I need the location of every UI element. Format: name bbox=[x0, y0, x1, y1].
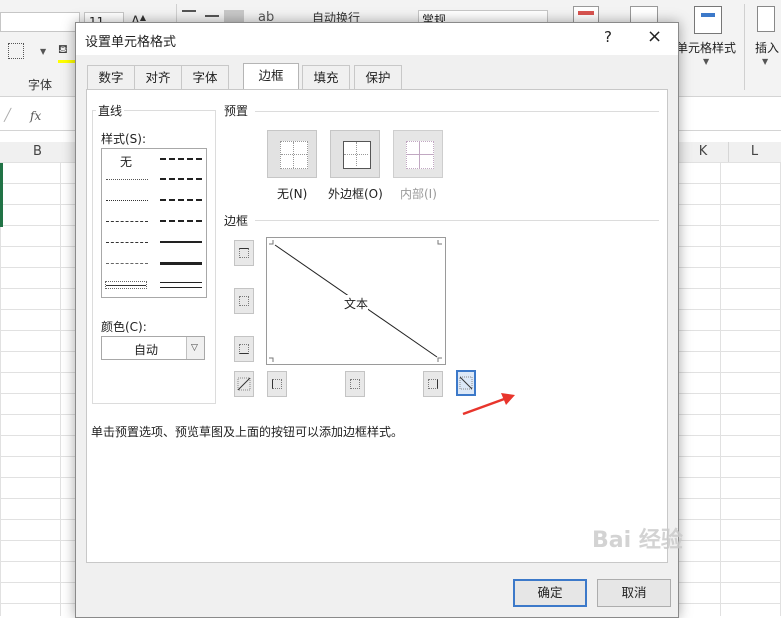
preview-text: 文本 bbox=[344, 295, 369, 312]
ribbon-separator-2 bbox=[744, 4, 745, 90]
close-button[interactable]: × bbox=[647, 26, 662, 47]
line-style-dash-dot[interactable] bbox=[106, 242, 148, 243]
line-style-double[interactable] bbox=[160, 282, 202, 288]
font-group-label: 字体 bbox=[28, 78, 53, 92]
diagonal-up-button[interactable] bbox=[234, 371, 254, 397]
line-style-dashed[interactable] bbox=[106, 263, 148, 264]
font-name-box[interactable] bbox=[0, 12, 80, 32]
line-style-medium[interactable] bbox=[160, 241, 202, 243]
color-select[interactable]: 自动 ▽ bbox=[101, 336, 205, 360]
column-header-b[interactable]: B bbox=[0, 142, 76, 162]
style-label: 样式(S): bbox=[101, 132, 147, 146]
color-value: 自动 bbox=[134, 343, 159, 357]
preset-none-icon bbox=[280, 141, 308, 169]
border-top-button[interactable] bbox=[234, 240, 254, 266]
border-bottom-button[interactable] bbox=[234, 336, 254, 362]
cell-styles-dropdown-icon[interactable]: ▼ bbox=[703, 57, 709, 66]
border-section-divider bbox=[255, 220, 659, 221]
hint-text: 单击预置选项、预览草图及上面的按钮可以添加边框样式。 bbox=[91, 425, 404, 439]
line-style-thin[interactable] bbox=[106, 285, 146, 286]
border-tab-panel: 直线 样式(S): 无 颜色(C): 自动 ▽ 预置 无(N) 外边框(O) 内… bbox=[86, 89, 668, 563]
border-preview[interactable]: 文本 bbox=[266, 237, 446, 365]
help-button[interactable]: ? bbox=[604, 28, 612, 46]
preset-none-text: 无(N) bbox=[277, 187, 308, 201]
chevron-down-icon[interactable]: ▽ bbox=[186, 337, 204, 359]
align-middle-icon[interactable] bbox=[205, 15, 219, 17]
preset-outline-text: 外边框(O) bbox=[328, 187, 383, 201]
preset-outline-button[interactable] bbox=[330, 130, 380, 178]
border-inside-vertical-icon bbox=[350, 379, 360, 389]
selected-cell-indicator bbox=[0, 163, 3, 227]
tab-protection[interactable]: 保护 bbox=[354, 65, 402, 89]
preset-inside-text: 内部(I) bbox=[400, 187, 437, 201]
preset-inside-button bbox=[393, 130, 443, 178]
cell-styles-icon[interactable] bbox=[694, 6, 722, 34]
line-style-medium-dash-dot[interactable] bbox=[160, 199, 202, 201]
border-inside-horizontal-icon bbox=[239, 296, 249, 306]
tab-number[interactable]: 数字 bbox=[87, 65, 135, 89]
border-dropdown-icon[interactable]: ▼ bbox=[40, 47, 46, 56]
border-top-icon bbox=[239, 248, 249, 258]
insert-icon[interactable] bbox=[757, 6, 775, 32]
tab-alignment[interactable]: 对齐 bbox=[134, 65, 182, 89]
cell-styles-label[interactable]: 单元格样式 bbox=[676, 39, 736, 56]
preset-none-label[interactable]: 无(N) bbox=[277, 185, 307, 202]
line-style-slant-dash-dot[interactable] bbox=[160, 178, 202, 180]
annotation-arrow bbox=[462, 393, 515, 416]
line-style-dash-dot-dot[interactable] bbox=[106, 221, 148, 222]
line-style-hair[interactable] bbox=[106, 179, 148, 180]
line-style-dotted[interactable] bbox=[106, 200, 148, 201]
ok-button[interactable]: 确定 bbox=[513, 579, 587, 607]
line-style-none[interactable]: 无 bbox=[120, 153, 132, 170]
column-header-l[interactable]: L bbox=[728, 142, 781, 162]
format-cells-dialog: 设置单元格格式 ? × 数字 对齐 字体 边框 填充 保护 直线 样式(S): … bbox=[75, 22, 679, 618]
preset-none-button[interactable] bbox=[267, 130, 317, 178]
diagonal-up-icon bbox=[237, 377, 251, 391]
color-label: 颜色(C): bbox=[101, 320, 147, 334]
line-group-title: 直线 bbox=[96, 102, 125, 119]
border-section-title: 边框 bbox=[224, 214, 249, 228]
cancel-button[interactable]: 取消 bbox=[597, 579, 671, 607]
insert-label[interactable]: 插入 bbox=[755, 39, 779, 56]
tab-font[interactable]: 字体 bbox=[181, 65, 229, 89]
border-inside-vertical-button[interactable] bbox=[345, 371, 365, 397]
watermark: Bai 经验 bbox=[592, 528, 683, 553]
border-left-button[interactable] bbox=[267, 371, 287, 397]
border-bottom-icon bbox=[239, 344, 249, 354]
presets-divider bbox=[255, 111, 659, 112]
presets-title: 预置 bbox=[224, 104, 249, 118]
border-inside-horizontal-button[interactable] bbox=[234, 288, 254, 314]
border-right-button[interactable] bbox=[423, 371, 443, 397]
name-box-divider: ╱ bbox=[4, 108, 12, 122]
border-right-icon bbox=[428, 379, 438, 389]
preset-outline-label[interactable]: 外边框(O) bbox=[328, 185, 383, 202]
line-style-list[interactable]: 无 bbox=[101, 148, 207, 298]
line-style-thick[interactable] bbox=[160, 262, 202, 265]
line-style-medium-dash-dot-dot[interactable] bbox=[160, 158, 202, 160]
line-style-medium-dashed[interactable] bbox=[160, 220, 202, 222]
dialog-title: 设置单元格格式 bbox=[85, 35, 177, 50]
insert-dropdown-icon[interactable]: ▼ bbox=[762, 57, 768, 66]
border-icon[interactable] bbox=[8, 43, 24, 59]
fx-icon[interactable]: fx bbox=[30, 109, 41, 123]
fill-color-icon[interactable]: ⛾ bbox=[58, 42, 76, 63]
tab-fill[interactable]: 填充 bbox=[302, 65, 350, 89]
preset-inside-label: 内部(I) bbox=[400, 185, 437, 202]
preset-inside-icon bbox=[406, 141, 434, 169]
tab-border[interactable]: 边框 bbox=[243, 63, 299, 90]
preset-outline-icon bbox=[343, 141, 371, 169]
border-left-icon bbox=[272, 379, 282, 389]
column-header-k[interactable]: K bbox=[677, 142, 729, 162]
